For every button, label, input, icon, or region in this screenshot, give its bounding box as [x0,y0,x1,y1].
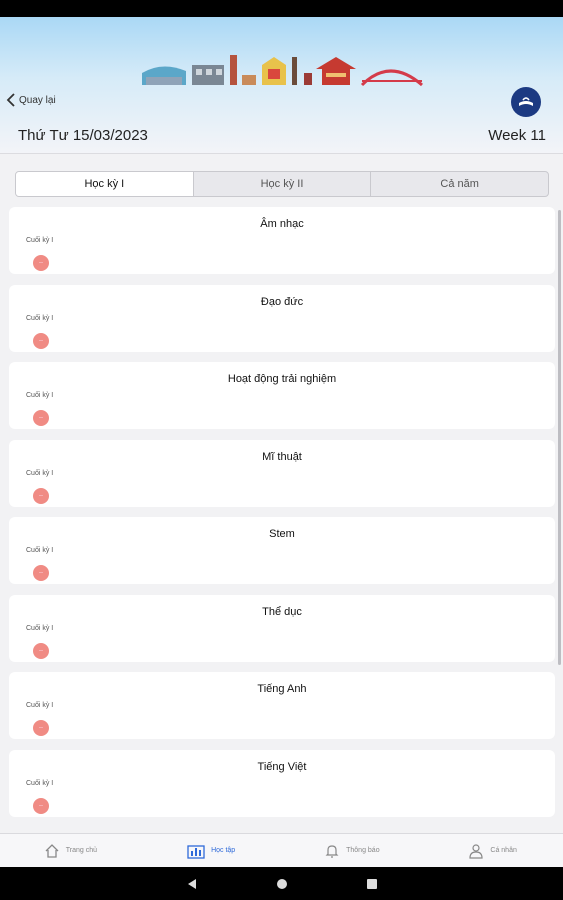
term-label: Cuối kỳ I [26,470,54,477]
back-button[interactable]: Quay lại [6,93,56,107]
subject-card[interactable]: Đạo đức Cuối kỳ I -- [9,285,555,352]
term-label: Cuối kỳ I [26,237,54,244]
subject-card[interactable]: Stem Cuối kỳ I -- [9,517,555,584]
grade-badge: -- [33,488,49,504]
term-label: Cuối kỳ I [26,625,54,632]
nav-study[interactable]: Học tập [141,834,282,867]
grade-badge: -- [33,255,49,271]
grade-badge: -- [33,798,49,814]
nav-profile[interactable]: Cá nhân [422,834,563,867]
grade-badge: -- [33,410,49,426]
subject-list: Âm nhạc Cuối kỳ I -- Đạo đức Cuối kỳ I -… [9,207,555,833]
back-label: Quay lại [19,94,56,106]
system-nav-bar [0,867,563,900]
subject-title: Tiếng Việt [257,761,307,773]
subject-title: Âm nhạc [260,218,304,230]
circle-home-icon [276,878,287,889]
square-recents-icon [366,878,377,889]
grade-badge: -- [33,565,49,581]
system-back-button[interactable] [147,878,237,890]
current-date: Thứ Tư 15/03/2023 [18,127,148,144]
bell-icon [325,844,339,858]
nav-notifications[interactable]: Thông báo [282,834,423,867]
nav-label: Trang chủ [65,847,97,854]
school-logo-icon[interactable] [511,87,541,117]
system-recents-button[interactable] [327,878,417,890]
grade-badge: -- [33,720,49,736]
semester-tabs: Học kỳ I Học kỳ II Cả năm [15,171,549,197]
nav-home[interactable]: Trang chủ [0,834,141,867]
subject-title: Hoạt động trải nghiệm [227,373,337,385]
subject-card[interactable]: Âm nhạc Cuối kỳ I -- [9,207,555,274]
grade-badge: -- [33,643,49,659]
city-skyline-illustration [142,55,423,87]
term-label: Cuối kỳ I [26,547,54,554]
subject-title: Đạo đức [260,296,304,308]
tab-ca-nam[interactable]: Cả năm [370,172,548,196]
list-scrollbar[interactable] [558,210,561,665]
chevron-left-icon [6,93,15,107]
subject-title: Stem [269,528,295,540]
nav-label: Học tập [211,847,236,854]
system-home-button[interactable] [237,878,327,890]
week-number: Week 11 [488,127,546,144]
term-label: Cuối kỳ I [26,315,54,322]
bottom-nav: Trang chủ Học tập Thông báo Cá nhân [0,833,563,867]
term-label: Cuối kỳ I [26,780,54,787]
subject-title: Thể dục [262,606,302,618]
subject-card[interactable]: Hoạt động trải nghiệm Cuối kỳ I -- [9,362,555,429]
nav-label: Cá nhân [490,847,517,854]
subject-card[interactable]: Tiếng Anh Cuối kỳ I -- [9,672,555,739]
book-emblem-icon [519,97,533,106]
tab-hoc-ky-1[interactable]: Học kỳ I [16,172,193,196]
grade-badge: -- [33,333,49,349]
term-label: Cuối kỳ I [26,392,54,399]
header: Quay lại Thứ Tư 15/03/2023 Week 11 [0,17,563,154]
nav-label: Thông báo [346,847,380,854]
home-icon [45,843,59,858]
subject-title: Mĩ thuật [262,451,302,463]
triangle-back-icon [187,878,196,889]
tab-hoc-ky-2[interactable]: Học kỳ II [192,172,371,196]
term-label: Cuối kỳ I [26,702,54,709]
subject-title: Tiếng Anh [257,683,307,695]
status-bar [0,0,563,17]
subject-card[interactable]: Mĩ thuật Cuối kỳ I -- [9,440,555,507]
chart-book-icon [187,844,205,859]
person-icon [469,843,483,859]
subject-card[interactable]: Thể dục Cuối kỳ I -- [9,595,555,662]
subject-card[interactable]: Tiếng Việt Cuối kỳ I -- [9,750,555,817]
